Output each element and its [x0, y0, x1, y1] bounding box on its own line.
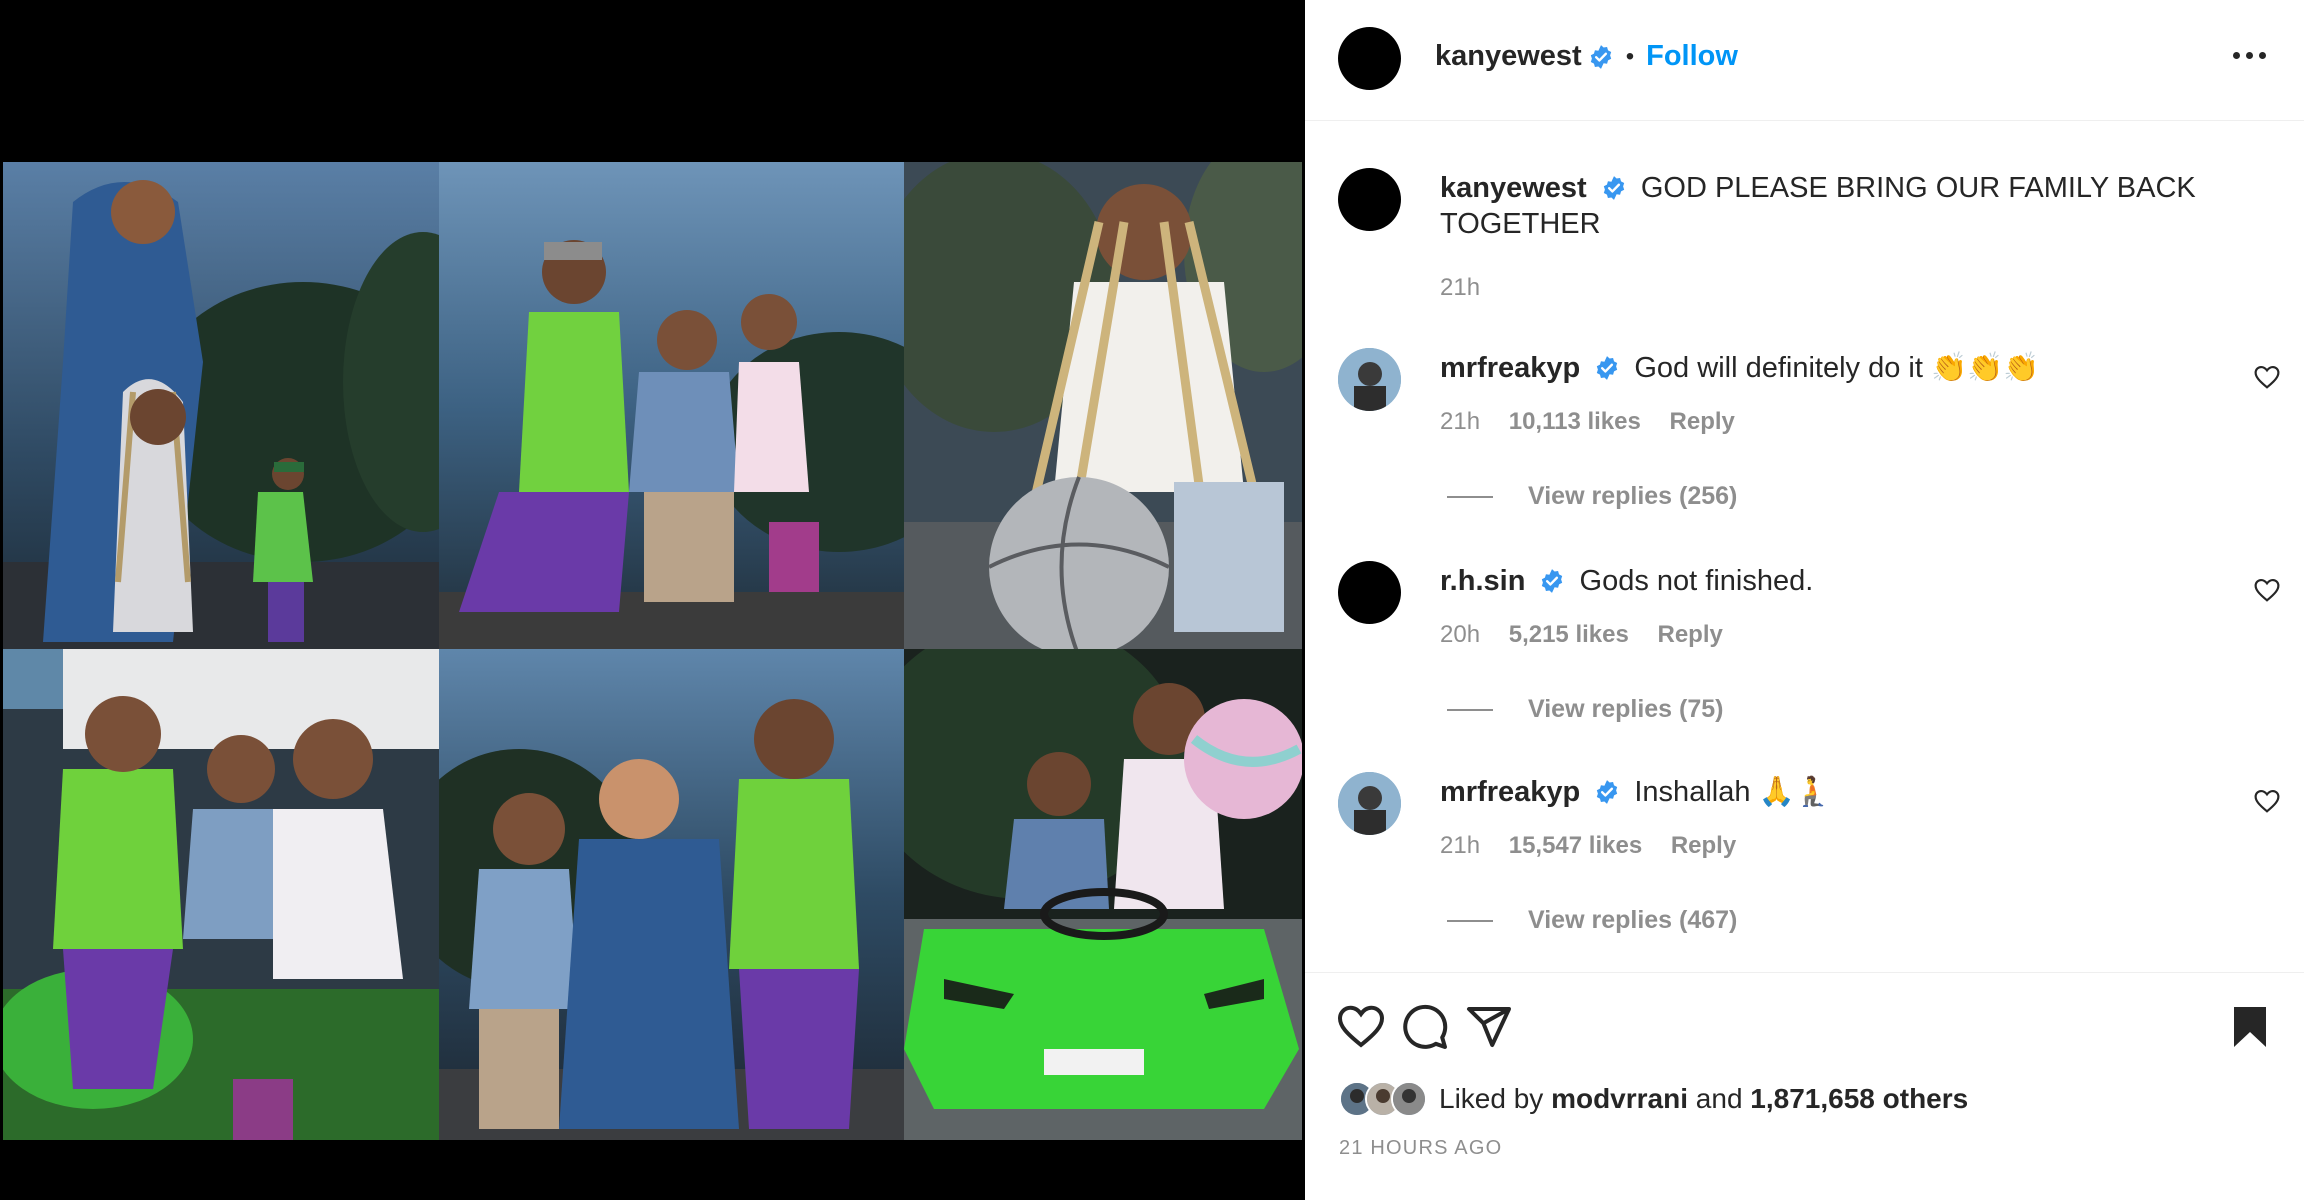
view-replies-label: View replies (467)	[1528, 906, 1738, 934]
comment-2-text-line: r.h.sin Gods not finished.	[1440, 563, 2240, 599]
caption-block: kanyewest GOD PLEASE BRING OUR FAMILY BA…	[1440, 170, 2260, 302]
comment-username[interactable]: r.h.sin	[1440, 565, 1525, 597]
heart-icon[interactable]	[1337, 1003, 1385, 1051]
post-media[interactable]	[0, 0, 1305, 1200]
collage-photo-6	[904, 649, 1302, 1140]
view-replies-label: View replies (75)	[1528, 695, 1724, 723]
comment-likes[interactable]: 5,215 likes	[1509, 621, 1629, 648]
verified-badge-icon	[1597, 780, 1618, 804]
post-detail-panel: kanyewest • Follow kanyewest GOD PLEASE …	[1305, 0, 2304, 1200]
replies-divider	[1447, 495, 1493, 498]
verified-badge-icon	[1590, 44, 1611, 69]
commenter-avatar[interactable]	[1338, 561, 1401, 624]
comment-time: 21h	[1440, 832, 1481, 859]
comment-text: Inshallah 🙏🧎	[1634, 776, 1831, 808]
comment-username[interactable]: mrfreakyp	[1440, 352, 1580, 384]
header-separator: •	[1625, 42, 1635, 70]
commenter-avatar[interactable]	[1338, 772, 1401, 835]
verified-badge-icon	[1542, 569, 1563, 593]
commenter-avatar[interactable]	[1338, 348, 1401, 411]
caption-author-avatar[interactable]	[1338, 168, 1401, 231]
author-username[interactable]: kanyewest	[1435, 40, 1582, 73]
replies-divider	[1447, 708, 1493, 711]
comment-meta: 21h 10,113 likes Reply	[1440, 408, 2240, 436]
liked-by-text: Liked by modvrrani and 1,871,658 others	[1439, 1083, 1968, 1115]
liked-by-prefix: Liked by	[1439, 1083, 1544, 1114]
liked-by-row: Liked by modvrrani and 1,871,658 others	[1339, 1081, 1968, 1117]
reply-button[interactable]: Reply	[1671, 832, 1736, 859]
reply-button[interactable]: Reply	[1658, 621, 1723, 648]
follow-button[interactable]: Follow	[1646, 40, 1738, 73]
comment-like-heart-icon[interactable]	[2254, 789, 2280, 813]
collage-photo-5	[439, 649, 904, 1140]
header-identity: kanyewest • Follow	[1435, 40, 1738, 73]
collage-photo-2	[439, 162, 904, 649]
view-replies-label: View replies (256)	[1528, 482, 1738, 510]
caption-username[interactable]: kanyewest	[1440, 172, 1587, 204]
comment-icon[interactable]	[1401, 1003, 1449, 1051]
instagram-post-view: kanyewest • Follow kanyewest GOD PLEASE …	[0, 0, 2304, 1200]
first-liker-username[interactable]: modvrrani	[1551, 1083, 1688, 1114]
photo-collage	[3, 162, 1302, 1140]
bookmark-icon[interactable]	[2226, 1003, 2274, 1051]
comment-1-text-line: mrfreakyp God will definitely do it 👏👏👏	[1440, 350, 2240, 386]
comment-like-heart-icon[interactable]	[2254, 365, 2280, 389]
collage-photo-4	[3, 649, 439, 1140]
comment-like-heart-icon[interactable]	[2254, 578, 2280, 602]
view-replies-button[interactable]: View replies (256)	[1447, 482, 1737, 511]
comment-text: God will definitely do it 👏👏👏	[1634, 352, 2040, 384]
view-replies-button[interactable]: View replies (467)	[1447, 906, 1737, 935]
liked-by-conjunction: and	[1695, 1083, 1743, 1114]
more-options-icon[interactable]	[2233, 52, 2266, 59]
post-header: kanyewest • Follow	[1305, 0, 2304, 121]
comment-meta: 20h 5,215 likes Reply	[1440, 621, 2240, 649]
collage-photo-3	[904, 162, 1302, 649]
caption-time: 21h	[1440, 274, 1481, 301]
view-replies-button[interactable]: View replies (75)	[1447, 695, 1723, 724]
reply-button[interactable]: Reply	[1670, 408, 1735, 435]
comment-time: 21h	[1440, 408, 1481, 435]
comment-meta: 21h 15,547 likes Reply	[1440, 832, 2240, 860]
comment-3-text-line: mrfreakyp Inshallah 🙏🧎	[1440, 774, 2240, 810]
post-timestamp: 21 HOURS AGO	[1339, 1137, 1503, 1159]
comment-2: r.h.sin Gods not finished. 20h 5,215 lik…	[1440, 563, 2240, 649]
comment-likes[interactable]: 15,547 likes	[1509, 832, 1642, 859]
caption-text-line: kanyewest GOD PLEASE BRING OUR FAMILY BA…	[1440, 170, 2260, 242]
liker-avatar[interactable]	[1391, 1081, 1427, 1117]
comment-time: 20h	[1440, 621, 1481, 648]
comment-likes[interactable]: 10,113 likes	[1509, 408, 1641, 435]
paper-plane-icon[interactable]	[1465, 1003, 1513, 1051]
replies-divider	[1447, 919, 1493, 922]
verified-badge-icon	[1597, 356, 1618, 380]
collage-photo-1	[3, 162, 439, 649]
verified-badge-icon	[1603, 176, 1624, 200]
comment-username[interactable]: mrfreakyp	[1440, 776, 1580, 808]
likes-count-link[interactable]: 1,871,658 others	[1750, 1083, 1968, 1114]
comment-text: Gods not finished.	[1579, 565, 1814, 597]
comment-3: mrfreakyp Inshallah 🙏🧎 21h 15,547 likes …	[1440, 774, 2240, 860]
author-avatar[interactable]	[1338, 27, 1401, 90]
comment-1: mrfreakyp God will definitely do it 👏👏👏 …	[1440, 350, 2240, 436]
